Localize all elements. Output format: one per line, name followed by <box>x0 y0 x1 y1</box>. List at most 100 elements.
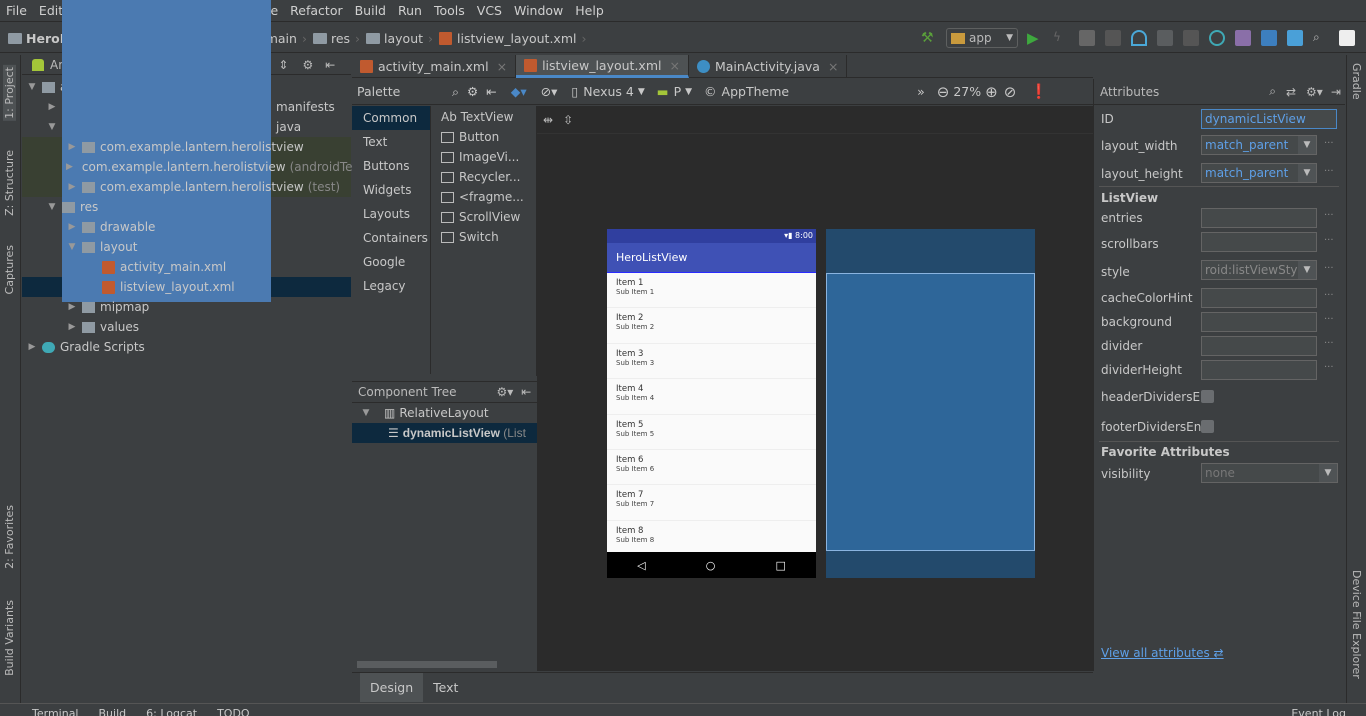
chevron-down-icon[interactable]: ▼ <box>46 202 58 212</box>
palette-item[interactable]: Button <box>441 127 524 147</box>
build-variants-tool-tab[interactable]: Build Variants <box>3 600 16 676</box>
chevron-right-icon[interactable]: ▶ <box>66 222 78 232</box>
list-item[interactable]: Item 6 Sub Item 6 <box>607 450 816 486</box>
palette-item[interactable]: ScrollView <box>441 207 524 227</box>
list-item[interactable]: Item 3 Sub Item 3 <box>607 344 816 380</box>
expand-horizontal-icon[interactable]: ⇹ <box>543 113 553 127</box>
header-dividers-checkbox[interactable] <box>1201 390 1214 403</box>
menu-tools[interactable]: Tools <box>428 3 471 18</box>
search-icon[interactable]: ⌕ <box>1313 30 1329 46</box>
preview-list[interactable]: Item 1 Sub Item 1 Item 2 Sub Item 2 Item 3 Su… <box>607 273 816 557</box>
menu-file[interactable]: File <box>0 3 33 18</box>
palette-item[interactable]: <fragme... <box>441 187 524 207</box>
close-icon[interactable]: × <box>669 58 679 73</box>
palette-category-common[interactable]: Common <box>352 106 430 130</box>
orientation-icon[interactable]: ⊘▾ <box>541 84 558 99</box>
stop-icon[interactable] <box>1183 30 1199 46</box>
menu-vcs[interactable]: VCS <box>471 3 508 18</box>
chevron-right-icon[interactable]: ▶ <box>66 302 78 312</box>
theme-select[interactable]: AppTheme <box>722 84 790 99</box>
palette-category-legacy[interactable]: Legacy <box>352 274 430 298</box>
menu-window[interactable]: Window <box>508 3 569 18</box>
breadcrumb-item[interactable]: listview_layout.xml › <box>439 31 586 46</box>
user-avatar-icon[interactable] <box>1339 30 1355 46</box>
tree-node-relativelayout[interactable]: ▼ ▥ RelativeLayout <box>352 403 537 423</box>
palette-category-containers[interactable]: Containers <box>352 226 430 250</box>
id-input[interactable]: dynamicListView <box>1201 109 1337 129</box>
tab-listview_layout-xml[interactable]: listview_layout.xml × <box>516 55 689 78</box>
zoom-fit-icon[interactable]: ⊘ <box>1004 83 1017 101</box>
avd-manager-icon[interactable] <box>1235 30 1251 46</box>
todo-tab[interactable]: TODO <box>217 704 250 716</box>
gear-icon[interactable]: ⚙ <box>467 84 478 99</box>
run-config-select[interactable]: app ▼ <box>946 28 1018 48</box>
gear-icon[interactable]: ⚙ <box>302 58 313 72</box>
palette-category-layouts[interactable]: Layouts <box>352 202 430 226</box>
search-icon[interactable]: ⌕ <box>452 84 459 100</box>
background-input[interactable] <box>1201 312 1317 332</box>
divider-input[interactable] <box>1201 336 1317 356</box>
apply-changes-icon[interactable]: ϟ <box>1053 30 1069 46</box>
palette-item[interactable]: ImageVi... <box>441 147 524 167</box>
event-log-tab[interactable]: Event Log <box>1291 704 1346 716</box>
gradle-tool-tab[interactable]: Gradle <box>1350 63 1363 100</box>
scrollbars-input[interactable] <box>1201 232 1317 252</box>
tab-text[interactable]: Text <box>423 673 468 702</box>
close-icon[interactable]: × <box>497 59 507 74</box>
cache-color-hint-input[interactable] <box>1201 288 1317 308</box>
palette-item[interactable]: Switch <box>441 227 524 247</box>
run-icon[interactable]: ▶ <box>1027 30 1043 46</box>
chevron-right-icon[interactable]: ▶ <box>66 162 73 172</box>
list-item[interactable]: Item 2 Sub Item 2 <box>607 308 816 344</box>
design-surface-icon[interactable]: ◆▾ <box>511 84 527 99</box>
menu-build[interactable]: Build <box>349 3 392 18</box>
warning-icon[interactable]: ❗ <box>1030 84 1047 100</box>
palette-category-buttons[interactable]: Buttons <box>352 154 430 178</box>
device-select[interactable]: Nexus 4 <box>583 84 634 99</box>
collapse-icon[interactable]: ⇕ <box>278 58 288 72</box>
terminal-tab[interactable]: Terminal <box>32 704 79 716</box>
breadcrumb-item[interactable]: layout › <box>366 31 433 46</box>
style-select[interactable]: roid:listViewStyle <box>1201 260 1317 280</box>
tree-item[interactable]: ▼ java <box>22 0 351 302</box>
device-file-explorer-tab[interactable]: Device File Explorer <box>1350 570 1363 679</box>
project-tool-tab[interactable]: 1: Project <box>3 65 16 121</box>
chevron-down-icon[interactable]: ▼ <box>26 82 38 92</box>
chevron-right-icon[interactable]: ▶ <box>66 182 78 192</box>
project-structure-icon[interactable] <box>1287 30 1303 46</box>
device-icon[interactable]: ▯ <box>571 84 578 99</box>
tree-item[interactable]: ▶ Gradle Scripts <box>22 337 351 357</box>
gear-icon[interactable]: ⚙▾ <box>496 385 513 399</box>
list-item[interactable]: Item 1 Sub Item 1 <box>607 273 816 309</box>
debug-icon[interactable] <box>1079 30 1095 46</box>
list-item[interactable]: Item 4 Sub Item 4 <box>607 379 816 415</box>
favorites-tool-tab[interactable]: 2: Favorites <box>3 505 16 569</box>
overflow-icon[interactable]: » <box>917 84 925 99</box>
layout-height-select[interactable]: match_parent <box>1201 163 1317 183</box>
list-item[interactable]: Item 7 Sub Item 7 <box>607 485 816 521</box>
menu-refactor[interactable]: Refactor <box>284 3 348 18</box>
logcat-tab[interactable]: 6: Logcat <box>146 704 197 716</box>
menu-run[interactable]: Run <box>392 3 428 18</box>
hide-icon[interactable]: ⇤ <box>486 84 496 99</box>
divider-height-input[interactable] <box>1201 360 1317 380</box>
chevron-right-icon[interactable]: ▶ <box>66 142 78 152</box>
horizontal-scrollbar[interactable] <box>357 661 497 668</box>
palette-item[interactable]: Recycler... <box>441 167 524 187</box>
palette-category-google[interactable]: Google <box>352 250 430 274</box>
search-icon[interactable]: ⌕ <box>1269 84 1276 99</box>
tab-design[interactable]: Design <box>360 673 424 702</box>
palette-item[interactable]: Ab TextView <box>441 107 524 127</box>
layout-width-select[interactable]: match_parent <box>1201 135 1317 155</box>
tree-node-dynamiclistview[interactable]: ☰ dynamicListView (List <box>352 423 537 443</box>
profiler-icon[interactable] <box>1131 30 1147 46</box>
zoom-in-icon[interactable]: ⊕ <box>985 83 998 101</box>
structure-tool-tab[interactable]: Z: Structure <box>3 150 16 216</box>
hide-icon[interactable]: ⇤ <box>521 385 531 399</box>
captures-tool-tab[interactable]: Captures <box>3 245 16 294</box>
visibility-select[interactable]: none <box>1201 463 1338 483</box>
chevron-down-icon[interactable]: ▼ <box>66 242 78 252</box>
api-select[interactable]: P <box>674 84 682 99</box>
build-hammer-icon[interactable]: ⚒ <box>921 30 937 46</box>
swap-icon[interactable]: ⇄ <box>1286 85 1296 99</box>
